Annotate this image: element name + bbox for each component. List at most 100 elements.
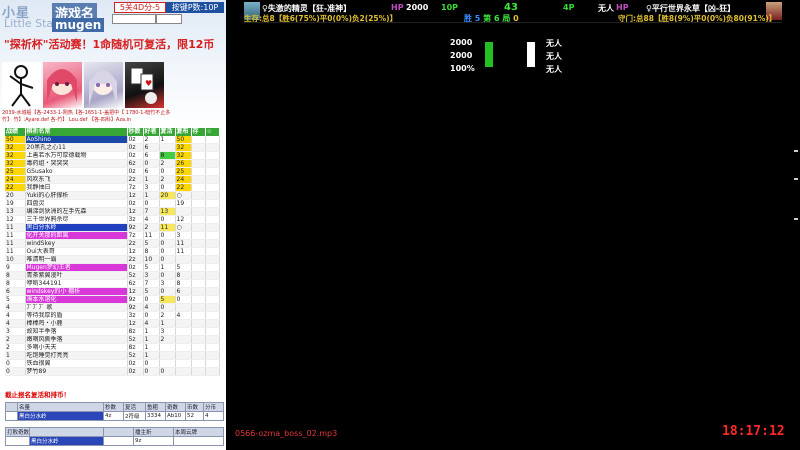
table-row[interactable]: 5 凑本水溶化 9z 0 5 0 xyxy=(5,295,220,305)
white-bar xyxy=(527,42,535,67)
table-cell: 2 xyxy=(159,311,176,321)
table-cell xyxy=(205,303,220,313)
table-cell xyxy=(205,136,220,145)
table-cell: 0 xyxy=(143,359,160,369)
table-cell xyxy=(205,359,220,369)
table-row[interactable]: 8 咿喲344191 6z 7 3 8 xyxy=(5,279,220,289)
table-cell xyxy=(205,167,220,177)
table-row[interactable]: 32 上善若水万可厚德载物 0z 6 8 32 xyxy=(5,151,220,161)
table-row[interactable]: 4 棒棒鸡・小鹿 1z 4 1 xyxy=(5,319,220,329)
table-cell: 11 xyxy=(159,223,176,233)
info-cell: 4 xyxy=(203,411,224,421)
table-cell xyxy=(175,207,192,217)
table-cell: 2 xyxy=(159,159,176,169)
table-cell xyxy=(175,351,192,361)
table-row[interactable]: 32 20黑孔之心11 0z 6 32 xyxy=(5,143,220,153)
table-cell: 8 xyxy=(175,271,192,281)
table-cell xyxy=(205,223,220,233)
table-cell: 6z xyxy=(127,279,144,289)
table-cell xyxy=(159,199,176,209)
table-cell: ﾌﾞﾌﾞﾌﾞ 歌 xyxy=(25,303,128,313)
table-row[interactable]: 24 风吹东飞 2z 1 2 24 xyxy=(5,175,220,185)
table-row[interactable]: 32 毒药组・突突突 6z 0 2 26 xyxy=(5,159,220,169)
table-cell: Mugen梦幻王者 xyxy=(25,263,128,273)
table-row[interactable]: 8 青茶紫翼漫叶 5z 3 0 8 xyxy=(5,271,220,281)
table-cell: 32 xyxy=(175,151,192,161)
table-cell: 20黑孔之心11 xyxy=(25,143,128,153)
win-select-dropdown[interactable]: 5关4D分-5 xyxy=(114,2,166,13)
table-row[interactable]: 22 我静抽日 7z 3 0 22 xyxy=(5,183,220,193)
table-cell xyxy=(175,255,192,265)
table-row[interactable]: 9 Mugen梦幻王者 0z 5 1 5 xyxy=(5,263,220,273)
table-cell: 0z xyxy=(127,143,144,153)
table-cell: 9 xyxy=(5,263,26,273)
info-header-cell: 播主折 xyxy=(133,427,174,437)
info-cell: 3334 xyxy=(145,411,166,421)
table-row[interactable]: 0 梦竹89 0z 0 0 xyxy=(5,367,220,377)
table-cell: 11 xyxy=(5,223,26,233)
table-cell: 1z xyxy=(127,287,144,297)
info-cell xyxy=(5,411,18,421)
table-row[interactable]: 0 铁血很翼 0z 0 xyxy=(5,359,220,369)
table-row[interactable]: 2 多嘀小天天 8z 1 xyxy=(5,343,220,353)
select-box-2[interactable] xyxy=(156,14,182,24)
table-cell xyxy=(175,327,192,337)
info-cell: 4z xyxy=(103,411,124,421)
table-cell xyxy=(191,359,206,369)
table-cell xyxy=(205,191,220,201)
table-row[interactable]: 12 三千世界鸦杀尽 3z 4 0 12 xyxy=(5,215,220,225)
table-row[interactable]: 11 Oui大表哥 1z 8 0 11 xyxy=(5,247,220,257)
table-cell xyxy=(191,143,206,153)
table-cell: 11 xyxy=(175,247,192,257)
table-row[interactable]: 13 编涕剑狄洲的左手先森 1z 7 13 xyxy=(5,207,220,217)
left-value-2: 2000 xyxy=(450,51,473,60)
table-cell: 3 xyxy=(175,231,192,241)
p2-name: 无人 xyxy=(598,4,614,13)
table-cell: 11 xyxy=(5,231,26,241)
table-row[interactable]: 6 windskey的小 棚析 1z 5 0 6 xyxy=(5,287,220,297)
table-cell: 0z xyxy=(127,136,144,145)
table-cell: 20 xyxy=(5,191,26,201)
table-cell: 0 xyxy=(143,199,160,209)
table-cell xyxy=(191,327,206,337)
table-cell: 8 xyxy=(175,279,192,289)
table-cell: 8 xyxy=(143,247,160,257)
table-row[interactable]: 19 四盘灵 0z 0 19 xyxy=(5,199,220,209)
table-cell xyxy=(191,136,206,145)
table-row[interactable]: 11 windSkey 2z 5 0 11 xyxy=(5,239,220,249)
table-cell: 4 xyxy=(143,303,160,313)
table-row[interactable]: 1 吃饱睡觉打亮亮 5z 1 xyxy=(5,351,220,361)
table-cell xyxy=(205,143,220,153)
table-cell: 0 xyxy=(143,159,160,169)
table-row[interactable]: 2 嫩嘀风撕季落 5z 1 2 xyxy=(5,335,220,345)
leaderboard-table: 战绩 棋祈名常 秒数 好者 复活 复布存 ☆ 50 AoShino 0z 2 1 50 32 20黑孔之心… xyxy=(5,128,220,377)
table-row[interactable]: 10 唯清明一霸 2z 10 0 xyxy=(5,255,220,265)
table-cell xyxy=(191,311,206,321)
table-cell: 5z xyxy=(127,335,144,345)
table-row[interactable]: 11 黑白分水岭 9z 2 11 ○ xyxy=(5,223,220,233)
now-playing-music: 0566-ozma_boss_02.mp3 xyxy=(235,429,338,438)
table-cell xyxy=(205,207,220,217)
info1-header-row: 名量 秒数 复活 鱼粗 奇数 币数 分币 xyxy=(5,402,224,412)
table-row[interactable]: 4 ﾌﾞﾌﾞﾌﾞ 歌 9z 4 0 xyxy=(5,303,220,313)
points-button[interactable]: 按键P数:10P xyxy=(166,2,224,13)
table-cell: 0 xyxy=(5,367,26,377)
table-cell: 9z xyxy=(127,223,144,233)
table-cell xyxy=(205,311,220,321)
table-cell xyxy=(205,255,220,265)
table-cell xyxy=(191,271,206,281)
table-cell: 吃饱睡觉打亮亮 xyxy=(25,351,128,361)
table-row[interactable]: 20 Yuki的心肝撑析 1z 1 20 ○ xyxy=(5,191,220,201)
table-cell: 5z xyxy=(127,351,144,361)
table-row[interactable]: 50 AoShino 0z 2 1 50 xyxy=(5,136,220,145)
table-cell xyxy=(205,271,220,281)
table-row[interactable]: 11 化开关那的距离 7z 11 0 3 xyxy=(5,231,220,241)
select-box-1[interactable] xyxy=(112,14,156,24)
table-cell xyxy=(205,263,220,273)
table-cell: 0z xyxy=(127,167,144,177)
table-cell xyxy=(205,247,220,257)
right-value-3: 无人 xyxy=(546,65,562,74)
table-row[interactable]: 25 GSusako 0z 6 0 25 xyxy=(5,167,220,177)
table-row[interactable]: 3 故知半季落 8z 1 3 xyxy=(5,327,220,337)
table-row[interactable]: 4 等待我厚的盾 3z 0 2 4 xyxy=(5,311,220,321)
